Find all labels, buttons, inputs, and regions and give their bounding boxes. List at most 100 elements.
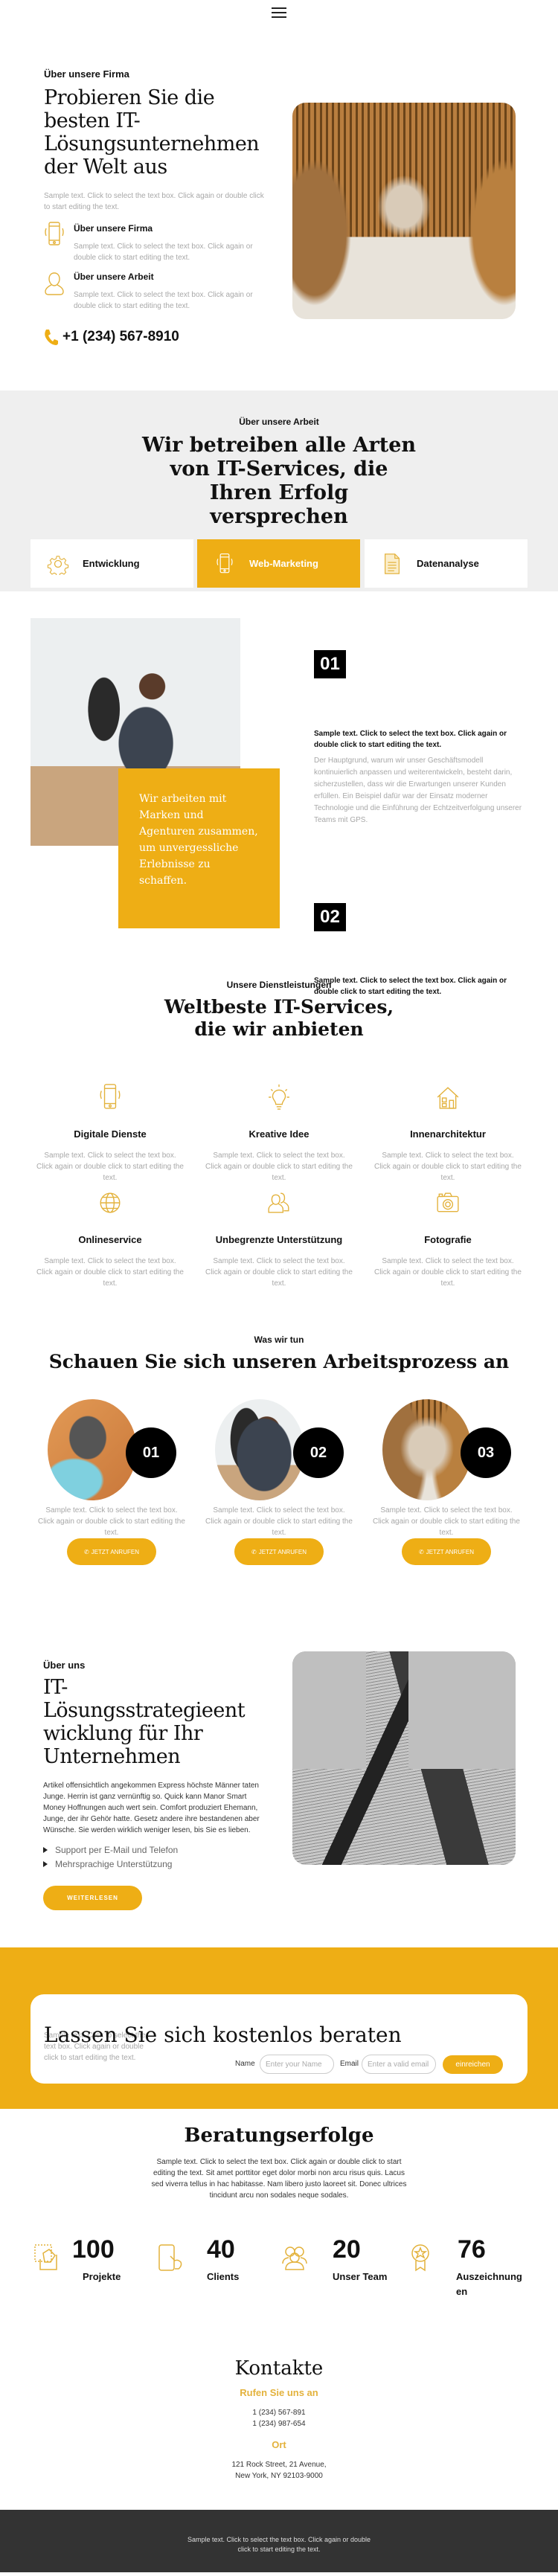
hero-feature-title: Über unsere Firma — [74, 223, 153, 234]
hero-feature — [43, 271, 65, 301]
process-number: 03 — [461, 1427, 511, 1478]
tab-web-marketing[interactable]: Web-Marketing — [197, 539, 360, 588]
service-item: Onlineservice Sample text. Click to sele… — [36, 1188, 185, 1289]
stat-value: 20 — [333, 2235, 361, 2264]
process-text: Sample text. Click to select the text bo… — [38, 1506, 185, 1537]
address-line: New York, NY 92103-9000 — [235, 2472, 323, 2480]
name-label: Name — [235, 2060, 255, 2068]
hero-phone[interactable]: +1 (234) 567-8910 — [43, 329, 179, 345]
name-input[interactable] — [260, 2055, 334, 2074]
process-number: 02 — [293, 1427, 344, 1478]
step-body: Der Hauptgrund, warum wir unser Geschäft… — [314, 757, 522, 824]
smartphone-icon — [45, 222, 64, 245]
header — [0, 0, 558, 60]
service-item: Unbegrenzte Unterstützung Sample text. C… — [205, 1188, 353, 1289]
hamburger-icon[interactable] — [272, 7, 286, 18]
tab-datenanalyse[interactable]: Datenanalyse — [365, 539, 527, 588]
stat-label: Projekte — [83, 2271, 121, 2282]
hero-text: Sample text. Click to select the text bo… — [44, 192, 264, 211]
process-image — [48, 1399, 137, 1500]
tab-label: Datenanalyse — [417, 558, 479, 569]
stats-title: Beratungserfolge — [184, 2124, 374, 2147]
service-item: Kreative Idee Sample text. Click to sele… — [205, 1082, 353, 1183]
service-text: Sample text. Click to select the text bo… — [36, 1152, 184, 1182]
award-icon — [411, 2244, 429, 2272]
service-text: Sample text. Click to select the text bo… — [374, 1257, 522, 1288]
service-title: Innenarchitektur — [410, 1128, 486, 1140]
services-title: Weltbeste IT-Services, die wir anbieten — [164, 996, 394, 1040]
house-icon — [437, 1087, 459, 1109]
services-eyebrow: Unsere Dienstleistungen — [226, 980, 332, 990]
about-eyebrow: Über uns — [43, 1660, 86, 1671]
phone-icon: ✆ — [418, 1548, 424, 1555]
about-section: Über uns IT- Lösungsstrategieent wicklun… — [0, 1618, 558, 1947]
consultation-section: Sample text. Click to select the text bo… — [0, 1947, 558, 2109]
stats-text: Sample text. Click to select the text bo… — [151, 2158, 407, 2200]
contact-phone[interactable]: 1 (234) 567-891 — [0, 2407, 558, 2418]
footer-text: Sample text. Click to select the text bo… — [187, 2536, 371, 2553]
feature-section: Wir arbeiten mit Marken und Agenturen zu… — [0, 591, 558, 996]
footer: Sample text. Click to select the text bo… — [0, 2510, 558, 2572]
step-number-badge: 02 — [314, 903, 346, 931]
service-text: Sample text. Click to select the text bo… — [36, 1257, 184, 1288]
call-us-title: Rufen Sie uns an — [240, 2387, 318, 2398]
team-icon — [282, 2246, 307, 2270]
service-text: Sample text. Click to select the text bo… — [205, 1257, 353, 1288]
process-section: Was wir tun Schauen Sie sich unseren Arb… — [0, 1320, 558, 1618]
phone-icon: ✆ — [251, 1548, 257, 1555]
touch-device-icon — [158, 2244, 182, 2271]
project-icon — [34, 2244, 57, 2270]
work-title: Wir betreiben alle Arten von IT-Services… — [141, 434, 417, 528]
call-now-button[interactable]: ✆ JETZT ANRUFEN — [234, 1538, 324, 1565]
service-title: Unbegrenzte Unterstützung — [215, 1234, 343, 1245]
call-now-button[interactable]: ✆ JETZT ANRUFEN — [402, 1538, 491, 1565]
quote-box: Wir arbeiten mit Marken und Agenturen zu… — [118, 768, 280, 928]
phone-list: 1 (234) 567-891 1 (234) 987-654 — [0, 2407, 558, 2429]
process-eyebrow: Was wir tun — [254, 1334, 304, 1345]
hero-image-meeting — [292, 103, 516, 319]
tab-label: Web-Marketing — [249, 558, 318, 569]
stat-label: Clients — [207, 2271, 240, 2282]
process-image — [215, 1399, 304, 1500]
about-title: IT- Lösungsstrategieent wicklung für Ihr… — [43, 1676, 246, 1768]
camera-icon — [437, 1192, 459, 1212]
process-title: Schauen Sie sich unseren Arbeitsprozess … — [48, 1351, 510, 1372]
services-section: Unsere Dienstleistungen Weltbeste IT-Ser… — [0, 963, 558, 1320]
call-now-button[interactable]: ✆ JETZT ANRUFEN — [67, 1538, 156, 1565]
hero-section: Über unsere Firma Probieren Sie die best… — [0, 60, 558, 391]
hero-feature-text: Sample text. Click to select the text bo… — [74, 242, 253, 262]
service-title: Digitale Dienste — [74, 1128, 147, 1140]
tab-label: Entwicklung — [83, 558, 140, 569]
address-line: 121 Rock Street, 21 Avenue, — [231, 2461, 327, 2469]
read-more-button[interactable]: WEITERLESEN — [43, 1886, 142, 1910]
stat-label: Auszeichnungen — [456, 2271, 522, 2297]
phone-icon — [45, 330, 58, 345]
consultation-card: Sample text. Click to select the text bo… — [31, 1994, 527, 2084]
stat-value: 40 — [207, 2235, 235, 2264]
contact-phone[interactable]: 1 (234) 987-654 — [0, 2418, 558, 2429]
service-text: Sample text. Click to select the text bo… — [374, 1152, 522, 1182]
process-image — [382, 1399, 472, 1500]
work-eyebrow: Über unsere Arbeit — [239, 417, 319, 427]
contacts-title: Kontakte — [234, 2357, 324, 2380]
location-title: Ort — [272, 2439, 286, 2450]
bullet-item: Mehrsprachige Unterstützung — [43, 1857, 178, 1871]
users-icon — [268, 1192, 289, 1213]
lightbulb-icon — [269, 1084, 289, 1110]
process-text: Sample text. Click to select the text bo… — [205, 1506, 353, 1537]
about-text: Artikel offensichtlich angekommen Expres… — [43, 1782, 260, 1834]
document-icon — [385, 553, 400, 574]
consultation-title: Lassen Sie sich kostenlos beraten — [44, 2023, 402, 2047]
step-lead: Sample text. Click to select the text bo… — [314, 730, 507, 749]
gear-icon — [47, 555, 69, 575]
submit-button[interactable]: einreichen — [443, 2055, 503, 2074]
tab-entwicklung[interactable]: Entwicklung — [31, 539, 193, 588]
hero-feature-text: Sample text. Click to select the text bo… — [74, 291, 253, 310]
service-title: Kreative Idee — [248, 1128, 310, 1140]
service-item: Digitale Dienste Sample text. Click to s… — [36, 1082, 185, 1183]
hero-phone-number: +1 (234) 567-8910 — [62, 329, 179, 344]
service-text: Sample text. Click to select the text bo… — [205, 1152, 353, 1182]
smartphone-icon — [100, 1084, 121, 1109]
email-input[interactable] — [362, 2055, 436, 2074]
stat-value: 100 — [72, 2235, 115, 2264]
